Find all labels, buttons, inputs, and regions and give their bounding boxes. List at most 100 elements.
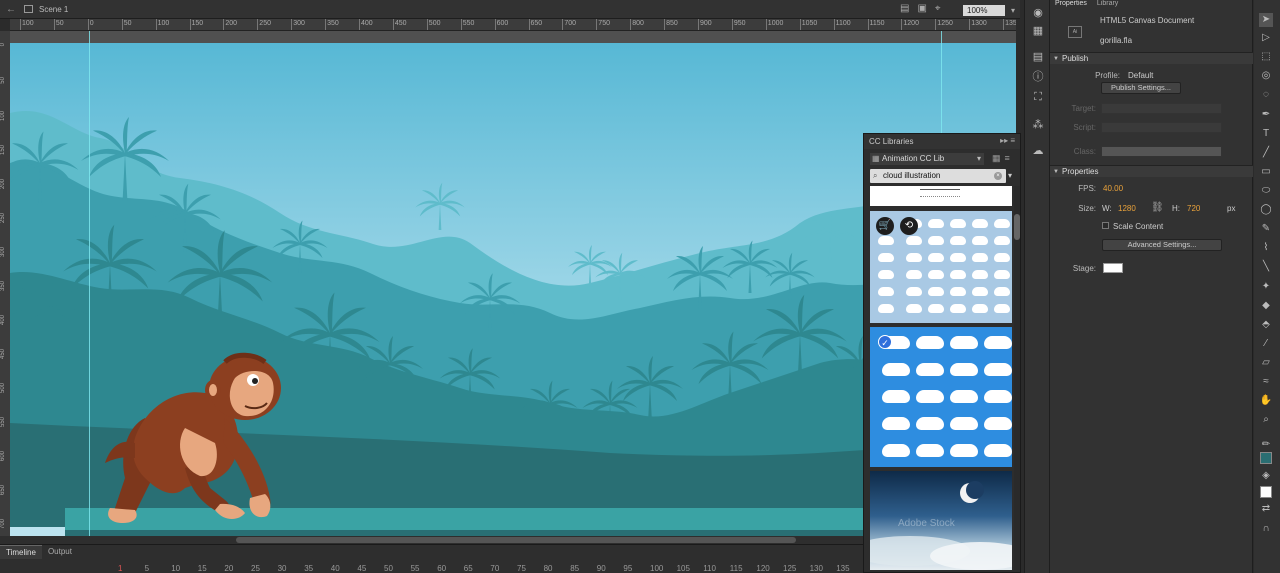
- frame-number[interactable]: 130: [810, 564, 823, 573]
- frame-number[interactable]: 1: [118, 564, 122, 573]
- ink-bottle-tool-icon[interactable]: ⬘: [1259, 318, 1273, 332]
- paint-bucket-tool-icon[interactable]: ◆: [1259, 299, 1273, 313]
- oval-tool-icon[interactable]: ⬭: [1259, 184, 1273, 198]
- properties-section-header[interactable]: Properties: [1050, 165, 1253, 178]
- frame-number[interactable]: 80: [544, 564, 553, 573]
- frame-number[interactable]: 120: [756, 564, 769, 573]
- free-transform-tool-icon[interactable]: ⬚: [1259, 50, 1273, 64]
- zoom-tool-icon[interactable]: ⌕: [1259, 413, 1273, 427]
- center-stage-icon[interactable]: ⌖: [935, 3, 941, 14]
- snap-magnet-icon[interactable]: ∩: [1259, 522, 1273, 536]
- list-view-icon[interactable]: ≡: [1005, 153, 1014, 163]
- frame-number[interactable]: 50: [384, 564, 393, 573]
- frame-number[interactable]: 135: [836, 564, 849, 573]
- zoom-dropdown[interactable]: 100%: [963, 5, 1015, 16]
- grid-icon[interactable]: ▦: [1031, 24, 1045, 38]
- frame-number[interactable]: 40: [331, 564, 340, 573]
- bone-tool-icon[interactable]: ✦: [1259, 280, 1273, 294]
- width-tool-icon[interactable]: ≈: [1259, 375, 1273, 389]
- frame-number[interactable]: 85: [570, 564, 579, 573]
- width-value[interactable]: 1280: [1118, 204, 1136, 213]
- scene-label[interactable]: Scene 1: [39, 5, 68, 14]
- results-scrollbar[interactable]: [1014, 186, 1020, 570]
- frame-number[interactable]: 20: [224, 564, 233, 573]
- eye-icon[interactable]: ◉: [1031, 6, 1045, 20]
- frame-number[interactable]: 115: [730, 564, 743, 573]
- scale-content-checkbox[interactable]: [1102, 222, 1109, 229]
- clear-search-icon[interactable]: ×: [994, 172, 1002, 180]
- edit-scene-icon[interactable]: ▣: [917, 3, 926, 14]
- results-scroll-thumb[interactable]: [1014, 214, 1020, 240]
- pencil-tool-icon[interactable]: ✎: [1259, 222, 1273, 236]
- library-dropdown[interactable]: Animation CC Lib: [870, 153, 984, 165]
- frame-number[interactable]: 5: [145, 564, 149, 573]
- save-preview-icon[interactable]: ⟲: [900, 217, 918, 235]
- frame-number[interactable]: 105: [677, 564, 690, 573]
- rectangle-tool-icon[interactable]: ▭: [1259, 165, 1273, 179]
- tab-library[interactable]: Library: [1092, 0, 1123, 9]
- fill-color-swatch[interactable]: [1260, 486, 1272, 498]
- frame-number[interactable]: 35: [304, 564, 313, 573]
- frame-number[interactable]: 30: [278, 564, 287, 573]
- frame-number[interactable]: 90: [597, 564, 606, 573]
- frame-number[interactable]: 45: [357, 564, 366, 573]
- advanced-settings-button[interactable]: Advanced Settings...: [1102, 239, 1222, 251]
- swap-colors-icon[interactable]: ⇄: [1259, 502, 1273, 516]
- scrollbar-thumb[interactable]: [236, 537, 796, 543]
- frame-number[interactable]: 60: [437, 564, 446, 573]
- transform-icon[interactable]: ⛶: [1031, 90, 1045, 104]
- info-icon[interactable]: ⓘ: [1031, 70, 1045, 84]
- eyedropper-tool-icon[interactable]: ⁄: [1259, 337, 1273, 351]
- stroke-color-icon[interactable]: ✏: [1259, 438, 1273, 452]
- align-icon[interactable]: ▤: [1031, 50, 1045, 64]
- motion-presets-icon[interactable]: ⁂: [1031, 118, 1045, 132]
- height-value[interactable]: 720: [1187, 204, 1200, 213]
- text-tool-icon[interactable]: T: [1259, 127, 1273, 141]
- pen-tool-icon[interactable]: ✒: [1259, 108, 1273, 122]
- back-arrow-icon[interactable]: ←: [6, 4, 16, 15]
- polystar-tool-icon[interactable]: ◯: [1259, 203, 1273, 217]
- eraser-tool-icon[interactable]: ▱: [1259, 356, 1273, 370]
- frame-number[interactable]: 25: [251, 564, 260, 573]
- cc-libraries-icon[interactable]: ☁: [1031, 144, 1045, 158]
- fill-color-icon[interactable]: ◈: [1259, 469, 1273, 483]
- tab-output[interactable]: Output: [42, 545, 78, 559]
- guide-line-left[interactable]: [89, 31, 90, 541]
- stock-result-sky-moon[interactable]: Adobe Stock: [870, 471, 1012, 570]
- stroke-color-swatch[interactable]: [1260, 452, 1272, 464]
- fps-value[interactable]: 40.00: [1103, 184, 1123, 193]
- grid-view-icon[interactable]: ▦: [992, 153, 1005, 163]
- frame-number[interactable]: 125: [783, 564, 796, 573]
- library-search-input[interactable]: ⌕ cloud illustration ×: [870, 169, 1006, 183]
- tab-properties[interactable]: Properties: [1050, 0, 1092, 9]
- link-dimensions-icon[interactable]: ⛓: [1151, 202, 1164, 213]
- edit-symbols-icon[interactable]: ▤: [900, 3, 909, 14]
- stock-result-partial[interactable]: [870, 186, 1012, 206]
- selection-tool-icon[interactable]: ➤: [1259, 13, 1273, 27]
- frame-number[interactable]: 70: [490, 564, 499, 573]
- brush-tool-icon[interactable]: ⌇: [1259, 241, 1273, 255]
- line-tool-icon[interactable]: ╱: [1259, 146, 1273, 160]
- subselection-tool-icon[interactable]: ▷: [1259, 31, 1273, 45]
- license-cart-icon[interactable]: 🛒: [876, 217, 894, 235]
- publish-settings-button[interactable]: Publish Settings...: [1101, 82, 1181, 94]
- frame-number[interactable]: 100: [650, 564, 663, 573]
- tab-timeline[interactable]: Timeline: [0, 545, 42, 559]
- frame-number[interactable]: 75: [517, 564, 526, 573]
- stock-result-cloud-set-light[interactable]: 🛒 ⟲: [870, 211, 1012, 323]
- search-scope-dropdown-icon[interactable]: ▾: [1008, 171, 1012, 180]
- frame-number[interactable]: 65: [464, 564, 473, 573]
- frame-number[interactable]: 15: [198, 564, 207, 573]
- stage-color-swatch[interactable]: [1103, 263, 1123, 273]
- frame-number[interactable]: 55: [411, 564, 420, 573]
- paint-brush-tool-icon[interactable]: ╲: [1259, 260, 1273, 274]
- frame-number[interactable]: 95: [623, 564, 632, 573]
- publish-section-header[interactable]: Publish: [1050, 52, 1253, 65]
- frame-number[interactable]: 10: [171, 564, 180, 573]
- stock-result-cloud-set-blue[interactable]: ✓: [870, 327, 1012, 467]
- hand-tool-icon[interactable]: ✋: [1259, 394, 1273, 408]
- frame-number[interactable]: 110: [703, 564, 716, 573]
- panel-menu-icon[interactable]: ▸▸ ≡: [1000, 136, 1015, 145]
- 3d-rotation-tool-icon[interactable]: ◎: [1259, 69, 1273, 83]
- lasso-tool-icon[interactable]: ◌: [1259, 88, 1273, 102]
